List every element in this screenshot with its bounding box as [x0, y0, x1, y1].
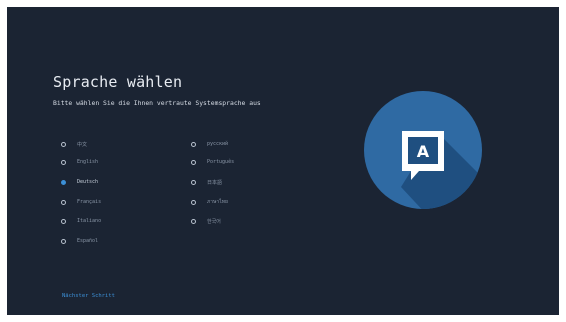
language-option-japanese[interactable]: 日本語 [191, 176, 222, 188]
page-title: Sprache wählen [53, 73, 183, 91]
language-label: Italiano [77, 218, 102, 224]
next-step-button[interactable]: Nächster Schritt [62, 293, 115, 299]
radio-button[interactable] [191, 141, 196, 147]
language-option-chinese[interactable]: 中文 [61, 138, 87, 150]
radio-button[interactable] [61, 141, 66, 147]
language-chat-icon: A [364, 91, 482, 209]
radio-button[interactable] [191, 179, 196, 185]
language-label: Français [77, 199, 102, 205]
page-subtitle: Bitte wählen Sie die Ihnen vertraute Sys… [53, 99, 261, 107]
radio-button[interactable] [61, 238, 66, 244]
language-label: ภาษาไทย [207, 199, 228, 205]
language-option-german[interactable]: Deutsch [61, 176, 98, 188]
language-option-korean[interactable]: 한국어 [191, 215, 221, 227]
language-label: Español [77, 238, 99, 244]
language-label: Deutsch [77, 179, 99, 185]
language-option-spanish[interactable]: Español [61, 235, 98, 247]
radio-button[interactable] [191, 199, 196, 205]
language-selection-screen: Sprache wählen Bitte wählen Sie die Ihne… [7, 7, 559, 315]
language-option-english[interactable]: English [61, 156, 98, 168]
language-label: русский [207, 141, 229, 147]
language-option-portuguese[interactable]: Português [191, 156, 234, 168]
radio-button[interactable] [191, 218, 196, 224]
language-option-thai[interactable]: ภาษาไทย [191, 196, 228, 208]
radio-button[interactable] [61, 199, 66, 205]
language-option-russian[interactable]: русский [191, 138, 228, 150]
radio-button[interactable] [61, 159, 66, 165]
radio-button[interactable] [61, 179, 66, 185]
language-option-italian[interactable]: Italiano [61, 215, 101, 227]
letter-a-glyph: A [417, 142, 430, 161]
radio-button[interactable] [191, 159, 196, 165]
radio-button[interactable] [61, 218, 66, 224]
language-label: Português [207, 159, 235, 165]
language-label: 한국어 [207, 218, 221, 225]
language-label: 中文 [77, 141, 88, 148]
language-label: English [77, 159, 99, 165]
language-label: 日本語 [207, 179, 223, 186]
language-option-french[interactable]: Français [61, 196, 101, 208]
